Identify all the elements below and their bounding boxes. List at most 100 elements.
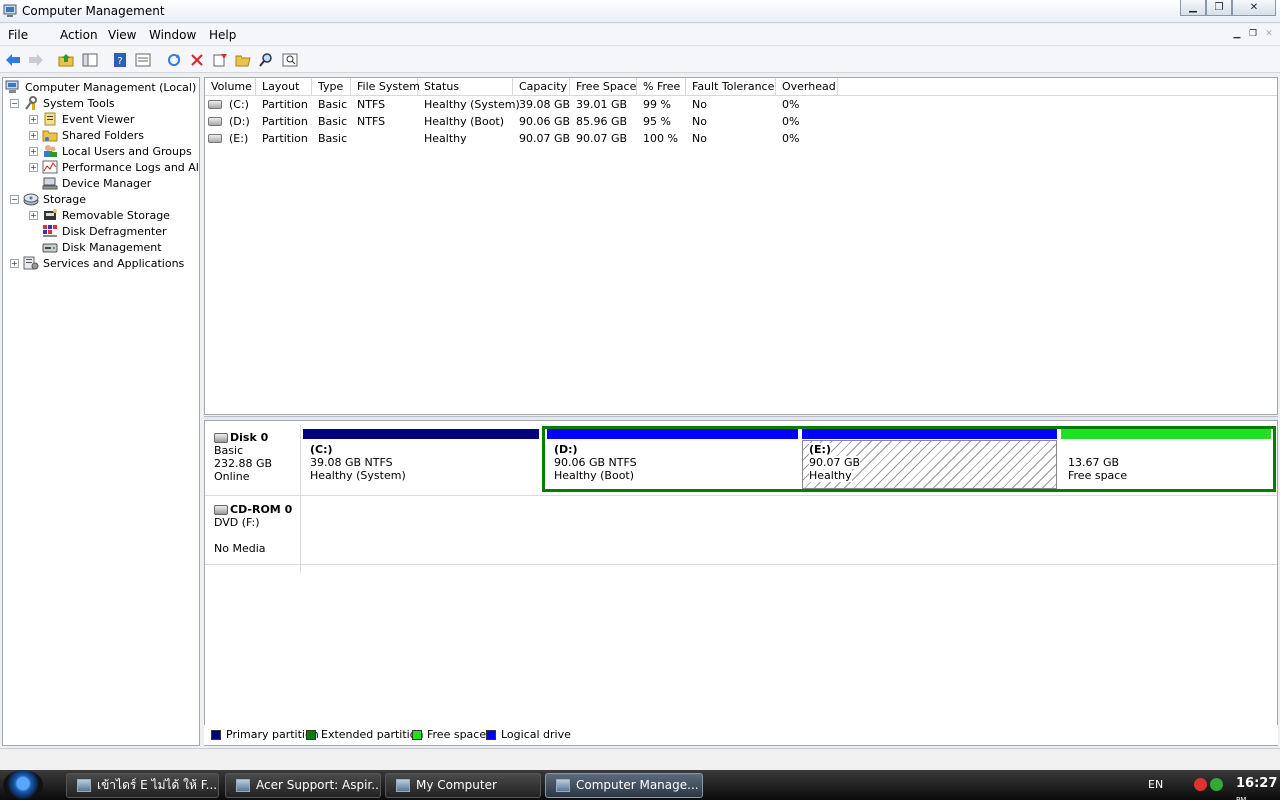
forward-button[interactable] bbox=[27, 51, 45, 69]
child-minimize-button[interactable]: ▁ bbox=[1230, 27, 1244, 41]
cell-overhead: 0% bbox=[782, 132, 800, 145]
title-bar[interactable]: Computer Management ▁ ❐ ✕ bbox=[0, 0, 1280, 23]
storage-icon bbox=[23, 193, 39, 206]
tree-item-disk-defragmenter[interactable]: Disk Defragmenter bbox=[29, 223, 167, 239]
refresh-button[interactable] bbox=[165, 51, 183, 69]
clock[interactable]: 16:27 PM bbox=[1236, 776, 1280, 800]
cell-type: Basic bbox=[318, 98, 348, 111]
cell-type: Basic bbox=[318, 132, 348, 145]
tree-item-removable-storage[interactable]: + Removable Storage bbox=[29, 207, 170, 223]
my-computer-icon bbox=[396, 779, 410, 792]
tree-item-performance-logs[interactable]: + Performance Logs and Ale bbox=[29, 159, 199, 175]
expand-toggle[interactable]: + bbox=[29, 146, 38, 156]
zoom-button[interactable] bbox=[281, 51, 299, 69]
primary-swatch bbox=[211, 729, 221, 740]
console-tree-icon bbox=[82, 53, 98, 67]
tree-item-storage[interactable]: − Storage bbox=[10, 191, 86, 207]
column-header-volume[interactable]: Volume bbox=[205, 78, 256, 96]
column-header-overhead[interactable]: Overhead bbox=[776, 78, 838, 96]
open-folder-button[interactable] bbox=[234, 51, 252, 69]
restore-button[interactable]: ❐ bbox=[1206, 0, 1232, 16]
taskbar: เข้าไดร์ E ไม่ได้ ให้ F... Acer Support:… bbox=[0, 770, 1280, 800]
table-row[interactable]: (C:) Partition Basic NTFS Healthy (Syste… bbox=[205, 96, 1277, 113]
partition-c[interactable]: (C:) 39.08 GB NTFS Healthy (System) bbox=[303, 429, 539, 489]
tree-item-device-manager[interactable]: Device Manager bbox=[29, 175, 151, 191]
back-button[interactable] bbox=[4, 51, 22, 69]
network-icon[interactable] bbox=[1210, 778, 1223, 791]
help-icon: ? bbox=[114, 53, 126, 67]
search-button[interactable] bbox=[257, 51, 275, 69]
taskbar-item-acer-support[interactable]: Acer Support: Aspir... bbox=[225, 773, 381, 798]
tree-item-system-tools[interactable]: − System Tools bbox=[10, 95, 115, 111]
tree-item-shared-folders[interactable]: + Shared Folders bbox=[29, 127, 144, 143]
security-alert-icon[interactable] bbox=[1194, 778, 1207, 791]
menu-view[interactable]: View bbox=[108, 28, 136, 42]
column-header-status[interactable]: Status bbox=[418, 78, 513, 96]
child-close-button[interactable]: ✕ bbox=[1262, 27, 1276, 41]
up-level-button[interactable] bbox=[57, 51, 75, 69]
partition-status: Healthy (Boot) bbox=[554, 469, 635, 482]
menu-action[interactable]: Action bbox=[60, 28, 98, 42]
delete-button[interactable] bbox=[188, 51, 206, 69]
partition-status: Healthy (System) bbox=[310, 469, 406, 482]
volume-list-header: Volume Layout Type File System Status Ca… bbox=[205, 78, 1277, 96]
expand-toggle[interactable]: + bbox=[10, 258, 19, 268]
svg-text:?: ? bbox=[117, 56, 122, 67]
expand-toggle[interactable]: + bbox=[29, 114, 38, 124]
collapse-toggle[interactable]: − bbox=[10, 98, 19, 108]
tree-item-event-viewer[interactable]: + Event Viewer bbox=[29, 111, 134, 127]
cell-percent-free: 100 % bbox=[643, 132, 678, 145]
window-title: Computer Management bbox=[22, 4, 165, 18]
help-button[interactable]: ? bbox=[111, 51, 129, 69]
taskbar-item-computer-management[interactable]: Computer Manage... bbox=[545, 773, 703, 798]
defragmenter-icon bbox=[43, 225, 57, 237]
expand-toggle[interactable]: + bbox=[29, 210, 38, 220]
menu-file[interactable]: File bbox=[8, 28, 28, 42]
column-header-percent-free[interactable]: % Free bbox=[637, 78, 686, 96]
tree-item-services-applications[interactable]: + Services and Applications bbox=[10, 255, 184, 271]
tree-item-label: Disk Defragmenter bbox=[62, 224, 167, 238]
tree-item-computer-management[interactable]: Computer Management (Local) bbox=[5, 79, 196, 95]
menu-window[interactable]: Window bbox=[149, 28, 196, 42]
tree-item-local-users[interactable]: + Local Users and Groups bbox=[29, 143, 192, 159]
cell-status: Healthy (Boot) bbox=[424, 115, 505, 128]
collapse-toggle[interactable]: − bbox=[10, 194, 19, 204]
removable-storage-icon bbox=[44, 209, 57, 220]
column-header-type[interactable]: Type bbox=[312, 78, 351, 96]
show-hide-tree-button[interactable] bbox=[81, 51, 99, 69]
column-header-file-system[interactable]: File System bbox=[351, 78, 420, 96]
column-header-free-space[interactable]: Free Space bbox=[570, 78, 637, 96]
expand-toggle[interactable]: + bbox=[29, 162, 38, 172]
start-button[interactable] bbox=[3, 770, 43, 800]
column-header-fault-tolerance[interactable]: Fault Tolerance bbox=[686, 78, 776, 96]
taskbar-item-thai-forum[interactable]: เข้าไดร์ E ไม่ได้ ให้ F... bbox=[66, 773, 219, 798]
table-row[interactable]: (D:) Partition Basic NTFS Healthy (Boot)… bbox=[205, 113, 1277, 130]
column-header-layout[interactable]: Layout bbox=[256, 78, 312, 96]
child-restore-button[interactable]: ❐ bbox=[1246, 27, 1260, 41]
column-header-capacity[interactable]: Capacity bbox=[513, 78, 570, 96]
disk-0-label[interactable]: Disk 0 Basic 232.88 GB Online bbox=[205, 431, 300, 483]
partition-label: (C:) bbox=[310, 443, 333, 456]
expand-toggle[interactable]: + bbox=[29, 130, 38, 140]
close-button[interactable]: ✕ bbox=[1232, 0, 1276, 16]
logical-drive-bar bbox=[547, 429, 798, 439]
language-indicator[interactable]: EN bbox=[1148, 778, 1163, 791]
cdrom-name: CD-ROM 0 bbox=[230, 503, 293, 516]
menu-help[interactable]: Help bbox=[209, 28, 236, 42]
taskbar-item-my-computer[interactable]: My Computer bbox=[385, 773, 541, 798]
disk-name: Disk 0 bbox=[230, 431, 269, 444]
partition-size: 90.06 GB NTFS bbox=[554, 456, 637, 469]
table-row[interactable]: (E:) Partition Basic Healthy 90.07 GB 90… bbox=[205, 130, 1277, 147]
free-space-region[interactable]: 13.67 GB Free space bbox=[1061, 429, 1271, 489]
tree-item-disk-management[interactable]: Disk Management bbox=[29, 239, 162, 255]
properties-button[interactable] bbox=[211, 51, 229, 69]
properties-view-button[interactable] bbox=[134, 51, 152, 69]
cdrom-0-label[interactable]: CD-ROM 0 DVD (F:) No Media bbox=[205, 503, 300, 555]
partition-e[interactable]: (E:) 90.07 GB Healthy bbox=[802, 429, 1057, 489]
tree-item-label: Shared Folders bbox=[62, 128, 144, 142]
back-arrow-icon bbox=[6, 54, 20, 66]
cell-layout: Partition bbox=[262, 98, 308, 111]
partition-d[interactable]: (D:) 90.06 GB NTFS Healthy (Boot) bbox=[547, 429, 798, 489]
minimize-button[interactable]: ▁ bbox=[1180, 0, 1206, 16]
folder-up-icon bbox=[58, 54, 74, 67]
